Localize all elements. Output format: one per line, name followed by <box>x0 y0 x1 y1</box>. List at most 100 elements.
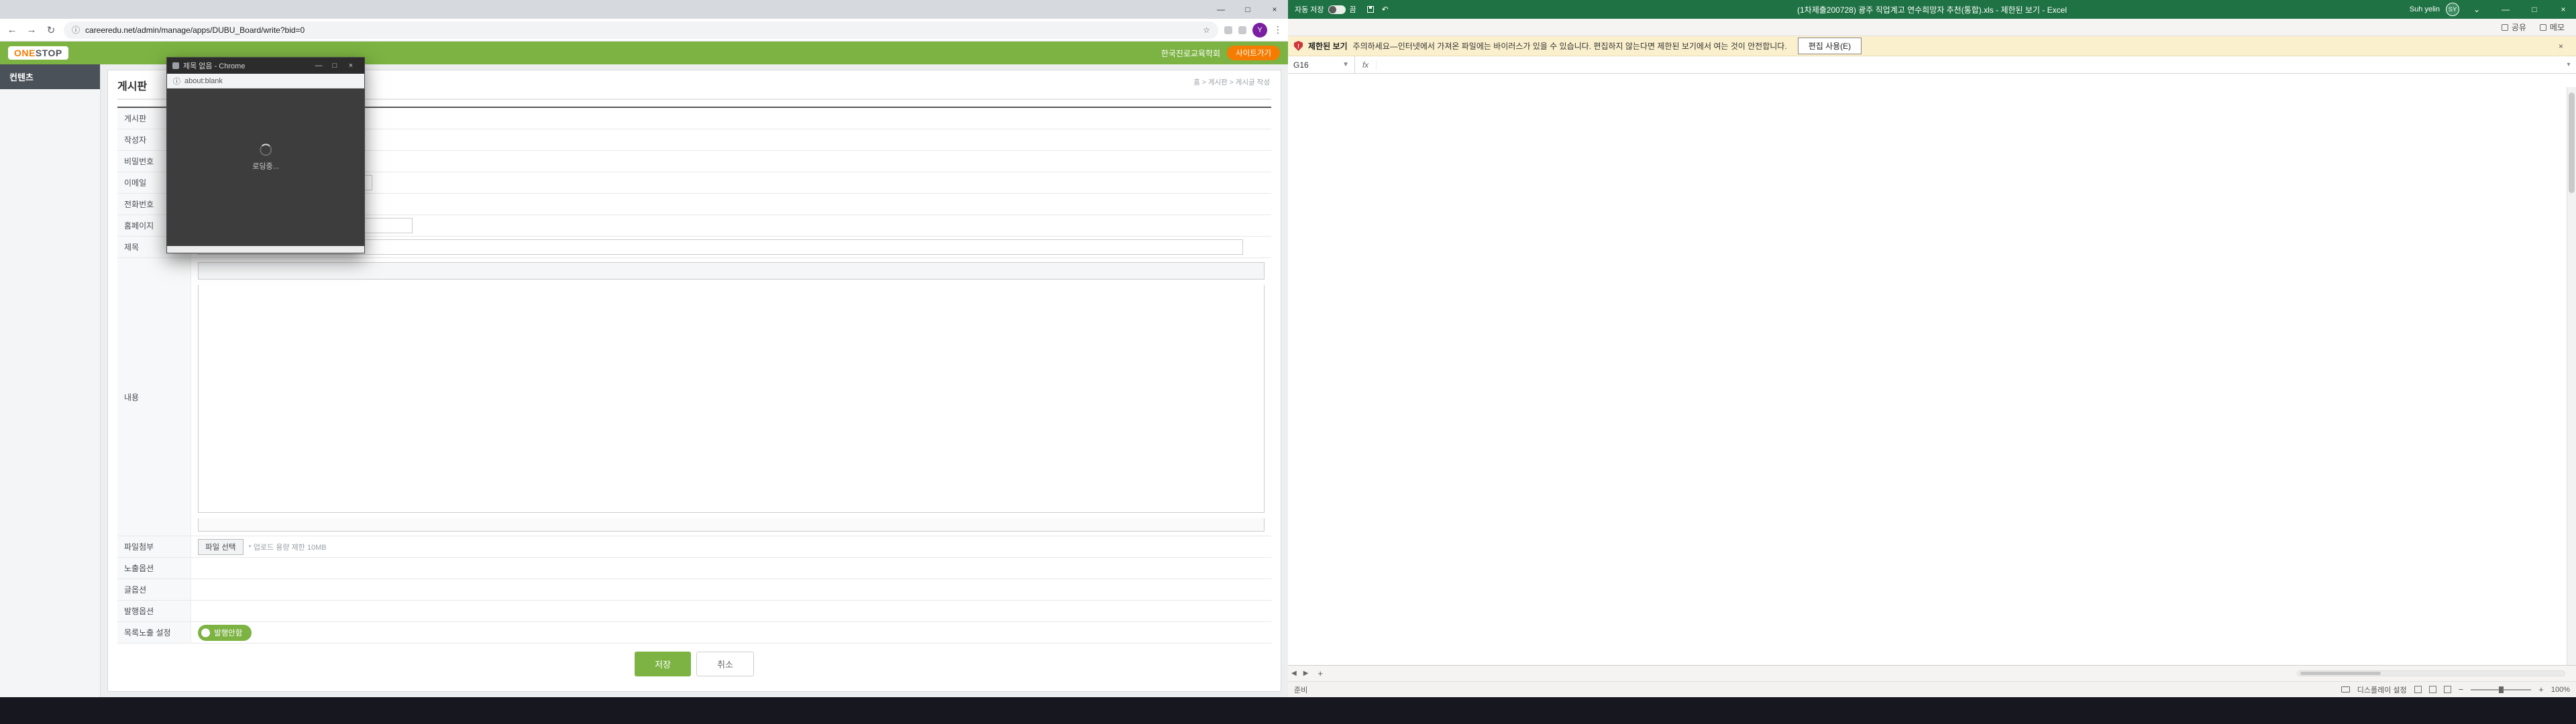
extension-icon[interactable] <box>1238 26 1246 34</box>
scrollbar-thumb[interactable] <box>2300 672 2381 675</box>
reload-icon[interactable]: ↻ <box>44 24 58 36</box>
formula-input[interactable] <box>1377 56 2561 73</box>
quick-access-toolbar: ↶ <box>1363 5 1393 14</box>
undo-icon[interactable]: ↶ <box>1382 5 1389 14</box>
sheet-next-icon[interactable]: ▶ <box>1300 670 1312 677</box>
fx-icon[interactable]: fx <box>1355 60 1377 70</box>
form-row-publish: 발행옵션 <box>117 601 1271 622</box>
chrome-window: — □ × ← → ↻ ⓘ careeredu.net/admin/manage… <box>0 0 1288 697</box>
shield-icon: ! <box>1294 41 1303 51</box>
save-icon[interactable] <box>1367 6 1374 13</box>
save-button[interactable]: 저장 <box>635 652 691 676</box>
zoom-out-icon[interactable]: − <box>2459 684 2464 695</box>
close-button[interactable]: × <box>2552 0 2575 19</box>
share-button[interactable]: 공유 <box>2496 20 2532 34</box>
minimize-button[interactable]: — <box>311 62 327 70</box>
popup-address-bar[interactable]: ⓘ about:blank <box>167 74 364 88</box>
form-row-content: 내용 <box>117 258 1271 536</box>
forward-icon[interactable]: → <box>25 24 38 36</box>
editor-footer <box>198 518 1265 532</box>
admin-top-right: 한국진로교육학회 사이트가기 <box>1161 46 1280 60</box>
zoom-level[interactable]: 100% <box>2551 686 2570 694</box>
popup-title: 제목 없음 - Chrome <box>183 60 245 71</box>
sheet-tab-bar: ◀ ▶ + <box>1288 665 2576 681</box>
expose-options <box>191 558 1271 579</box>
editor-toolbar <box>198 262 1265 280</box>
user-avatar[interactable]: SY <box>2446 3 2459 16</box>
profile-avatar[interactable]: Y <box>1252 23 1267 38</box>
ready-indicator: 준비 <box>1294 684 1307 695</box>
display-settings-icon[interactable] <box>2341 686 2350 692</box>
taskbar-right <box>1288 697 2576 724</box>
chrome-menu-icon[interactable]: ⋮ <box>1273 24 1283 36</box>
close-button[interactable]: × <box>1261 0 1288 19</box>
protected-view-text: 주의하세요—인터넷에서 가져온 파일에는 바이러스가 있을 수 있습니다. 편집… <box>1353 40 1787 52</box>
file-select-button[interactable]: 파일 선택 <box>198 539 244 555</box>
maximize-button[interactable]: □ <box>327 62 343 70</box>
gloption-options <box>191 579 1271 600</box>
popup-titlebar[interactable]: 제목 없음 - Chrome — □ × <box>167 58 364 74</box>
close-icon[interactable]: × <box>2552 42 2570 51</box>
zoom-slider[interactable] <box>2471 689 2531 690</box>
publish-options <box>191 601 1271 621</box>
back-icon[interactable]: ← <box>5 24 19 36</box>
field-label: 발행옵션 <box>117 601 191 621</box>
normal-view-icon[interactable] <box>2414 686 2422 693</box>
field-label: 파일첨부 <box>117 536 191 557</box>
site-info-icon[interactable]: ⓘ <box>72 24 80 36</box>
content-editor <box>191 258 1271 536</box>
comments-button[interactable]: 메모 <box>2534 20 2571 34</box>
zoom-in-icon[interactable]: + <box>2538 684 2544 695</box>
vertical-scrollbar[interactable] <box>2567 87 2576 665</box>
left-monitor: — □ × ← → ↻ ⓘ careeredu.net/admin/manage… <box>0 0 1288 724</box>
chevron-down-icon: ▼ <box>1342 61 1349 68</box>
visit-site-button[interactable]: 사이트가기 <box>1227 46 1280 60</box>
minimize-button[interactable]: — <box>1208 0 1234 19</box>
share-label: 공유 <box>2512 21 2526 33</box>
minimize-button[interactable]: — <box>2494 0 2517 19</box>
formula-expand-icon[interactable]: ▾ <box>2561 61 2576 68</box>
add-sheet-button[interactable]: + <box>1311 668 1329 678</box>
ribbon-right: 공유 메모 <box>2496 20 2576 34</box>
close-button[interactable]: × <box>343 62 359 70</box>
user-name[interactable]: Suh yelin <box>2410 5 2440 13</box>
cancel-button[interactable]: 취소 <box>696 652 754 676</box>
autosave-label: 자동 저장 <box>1295 4 1324 15</box>
maximize-button[interactable]: □ <box>2523 0 2546 19</box>
extension-icon[interactable] <box>1224 26 1232 34</box>
maximize-button[interactable]: □ <box>1234 0 1261 19</box>
list-toggle[interactable]: 발행안함 <box>198 625 252 641</box>
toggle-icon[interactable] <box>1328 5 1346 14</box>
form-row-attach: 파일첨부 파일 선택 * 업로드 용량 제한 10MB <box>117 536 1271 558</box>
address-bar[interactable]: ⓘ careeredu.net/admin/manage/apps/DUBU_B… <box>64 21 1218 39</box>
onestop-logo[interactable]: ONESTOP <box>8 46 68 60</box>
formula-bar: G16 ▼ fx ▾ <box>1288 56 2576 74</box>
sheet-prev-icon[interactable]: ◀ <box>1288 670 1300 677</box>
chrome-toolbar: ← → ↻ ⓘ careeredu.net/admin/manage/apps/… <box>0 19 1288 42</box>
page-break-view-icon[interactable] <box>2444 686 2451 693</box>
page-layout-view-icon[interactable] <box>2429 686 2436 693</box>
field-label: 내용 <box>117 258 191 536</box>
editor-body[interactable] <box>198 285 1265 513</box>
document-title: (1차제출200728) 광주 직업계고 연수희망자 추천(통합).xls - … <box>1797 4 2067 15</box>
zoom-thumb[interactable] <box>2499 686 2504 693</box>
form-row-gloption: 글옵션 <box>117 579 1271 601</box>
scrollbar-thumb[interactable] <box>2569 93 2575 193</box>
display-settings-label[interactable]: 디스플레이 설정 <box>2357 684 2407 695</box>
popup-content: 로딩중... <box>167 88 364 246</box>
admin-sidebar: 컨텐츠 <box>0 64 101 697</box>
bookmark-star-icon[interactable]: ☆ <box>1203 25 1210 35</box>
site-info-icon[interactable]: ⓘ <box>173 76 180 86</box>
autosave-toggle[interactable]: 자동 저장 끔 <box>1288 4 1363 15</box>
popup-window[interactable]: 제목 없음 - Chrome — □ × ⓘ about:blank 로딩중..… <box>166 57 365 253</box>
sidebar-header: 컨텐츠 <box>0 64 100 89</box>
field-value: 발행안함 <box>191 622 1271 643</box>
enable-editing-button[interactable]: 편집 사용(E) <box>1798 38 1862 54</box>
field-label: 노출옵션 <box>117 558 191 579</box>
ribbon-options-icon[interactable]: ⌄ <box>2465 0 2488 19</box>
ribbon-tabs: 공유 메모 <box>1288 19 2576 36</box>
comments-label: 메모 <box>2550 21 2565 33</box>
name-box[interactable]: G16 ▼ <box>1288 56 1355 73</box>
horizontal-scrollbar[interactable] <box>2297 670 2565 676</box>
sheet-grid[interactable] <box>1288 74 2576 665</box>
